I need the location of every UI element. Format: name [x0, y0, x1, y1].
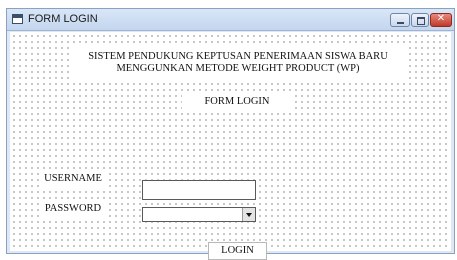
- password-label: PASSWORD: [41, 200, 105, 218]
- login-window: FORM LOGIN SISTEM PENDUKUNG KEPTUSAN PEN…: [6, 8, 455, 260]
- password-combobox[interactable]: [142, 207, 256, 222]
- maximize-icon[interactable]: [411, 13, 429, 27]
- form-title: FORM LOGIN: [182, 94, 292, 110]
- system-title-line-1: SISTEM PENDUKUNG KEPTUSAN PENERIMAAN SIS…: [88, 51, 388, 62]
- system-title-line-2: MENGGUNKAN METODE WEIGHT PRODUCT (WP): [116, 63, 360, 74]
- title-bar[interactable]: FORM LOGIN: [7, 9, 454, 31]
- minimize-icon[interactable]: [390, 13, 410, 27]
- close-icon[interactable]: [430, 13, 452, 27]
- form-client-area: SISTEM PENDUKUNG KEPTUSAN PENERIMAAN SIS…: [10, 32, 451, 260]
- dropdown-arrow-icon[interactable]: [242, 208, 255, 221]
- form-window-icon: [12, 14, 23, 24]
- system-title-panel: SISTEM PENDUKUNG KEPTUSAN PENERIMAAN SIS…: [71, 46, 405, 82]
- login-button[interactable]: LOGIN: [208, 242, 267, 260]
- username-label: USERNAME: [41, 170, 105, 188]
- username-input[interactable]: [142, 180, 256, 200]
- window-title: FORM LOGIN: [28, 13, 98, 25]
